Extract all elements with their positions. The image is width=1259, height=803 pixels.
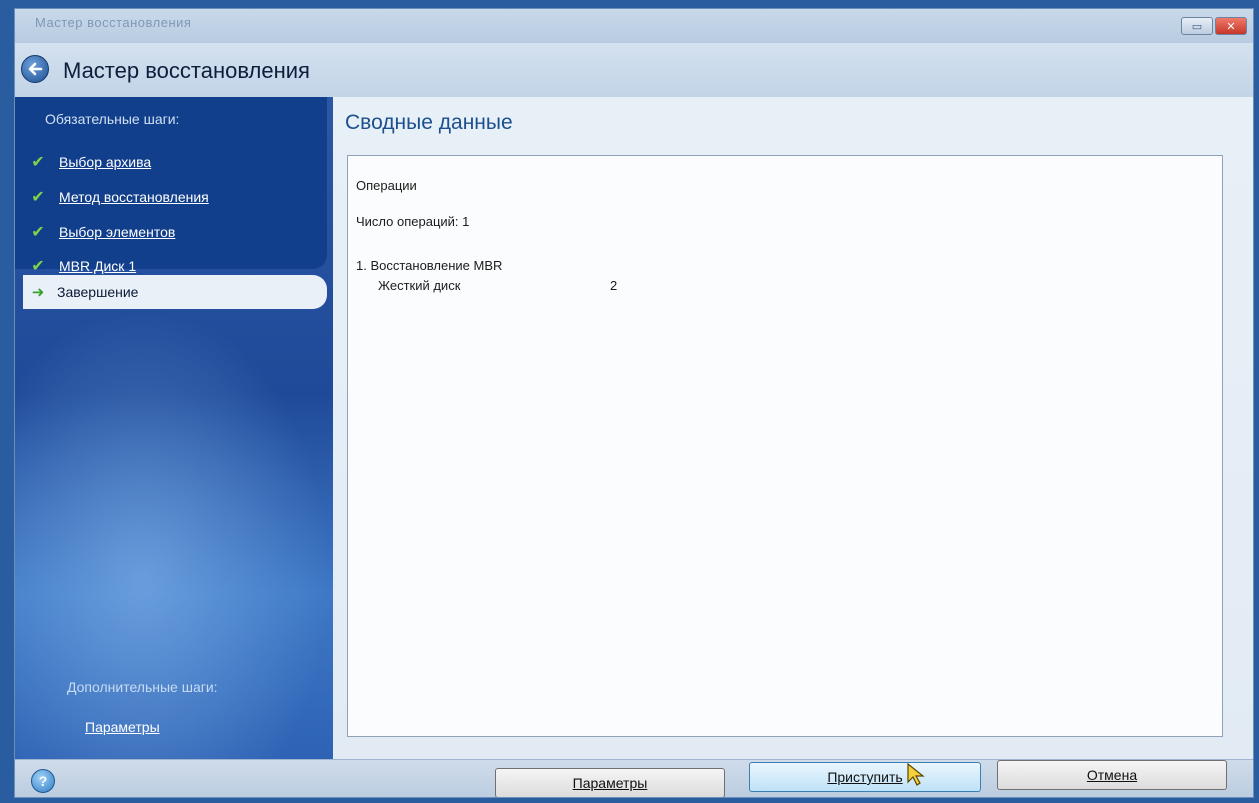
close-button[interactable]: ✕	[1215, 17, 1247, 35]
page-title: Сводные данные	[345, 111, 513, 134]
recovery-wizard-window: Мастер восстановления ▭ ✕ Мастер восстан…	[14, 8, 1254, 798]
check-icon: ✔	[31, 154, 45, 171]
cancel-button-label: Отмена	[1086, 767, 1138, 783]
required-steps-heading: Обязательные шаги:	[45, 111, 180, 127]
window-controls: ▭ ✕	[1181, 17, 1247, 35]
wizard-footer: ? Параметры Приступить Отмена	[15, 759, 1253, 797]
mouse-cursor-icon	[907, 762, 925, 786]
sidebar-step-label[interactable]: MBR Диск 1	[59, 258, 136, 274]
summary-section-title: Операции	[356, 178, 417, 193]
check-icon: ✔	[31, 224, 45, 241]
restore-button[interactable]: ▭	[1181, 17, 1213, 35]
sidebar-step-label[interactable]: Метод восстановления	[59, 189, 209, 205]
check-icon: ✔	[31, 189, 45, 206]
proceed-button-label: Приступить	[827, 769, 903, 785]
sidebar-step-label[interactable]: Выбор архива	[59, 154, 151, 170]
operation-item: 1. Восстановление MBR	[356, 258, 503, 273]
back-button[interactable]	[21, 55, 49, 83]
title-bar: Мастер восстановления ▭ ✕	[15, 9, 1253, 43]
disk-value: 2	[610, 278, 618, 293]
operations-count: Число операций: 1	[356, 214, 470, 229]
proceed-button[interactable]: Приступить	[749, 762, 981, 792]
params-button-label: Параметры	[572, 775, 648, 791]
back-arrow-icon	[28, 62, 43, 76]
cancel-button[interactable]: Отмена	[997, 760, 1227, 790]
wizard-title: Мастер восстановления	[63, 58, 310, 83]
disk-label: Жесткий диск	[378, 278, 461, 293]
sidebar-step-items[interactable]: ✔ Выбор элементов	[29, 221, 175, 243]
sidebar-params-link[interactable]: Параметры	[85, 719, 160, 735]
check-icon: ✔	[31, 258, 45, 275]
sidebar-step-method[interactable]: ✔ Метод восстановления	[29, 186, 209, 208]
required-steps-panel: Обязательные шаги:	[15, 97, 327, 269]
wizard-sidebar: Обязательные шаги: ✔ Выбор архива ✔ Мето…	[15, 97, 333, 759]
main-content: Сводные данные Операции Число операций: …	[333, 97, 1253, 759]
sidebar-step-mbr-disk[interactable]: ✔ MBR Диск 1	[29, 255, 136, 277]
wizard-header: Мастер восстановления	[15, 43, 1253, 98]
params-button[interactable]: Параметры	[495, 768, 725, 797]
sidebar-step-archive[interactable]: ✔ Выбор архива	[29, 151, 151, 173]
sidebar-step-label[interactable]: Выбор элементов	[59, 224, 175, 240]
sidebar-step-finish[interactable]: ➜ Завершение	[23, 275, 327, 309]
extra-steps-heading: Дополнительные шаги:	[67, 679, 218, 695]
summary-panel: Операции Число операций: 1 1. Восстановл…	[347, 155, 1223, 737]
help-icon[interactable]: ?	[31, 769, 55, 793]
current-step-arrow-icon: ➜	[31, 284, 45, 301]
window-caption: Мастер восстановления	[35, 15, 192, 30]
sidebar-step-label: Завершение	[57, 284, 139, 300]
